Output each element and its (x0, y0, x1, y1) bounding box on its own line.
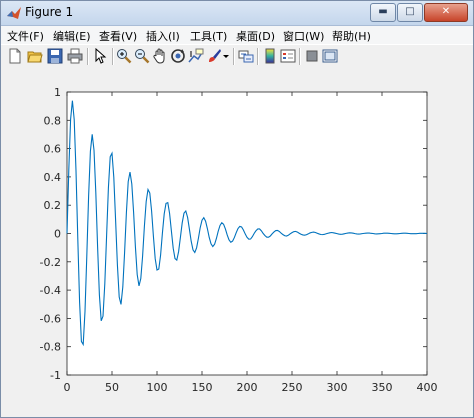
y-tick-label: -0.6 (40, 312, 61, 325)
data-cursor-icon[interactable] (188, 48, 204, 64)
figure-window: Figure 1 ▬ □ ✕ 文件(F) 编辑(E) 查看(V) 插入(I) 工… (0, 0, 474, 418)
x-tick-label: 250 (282, 381, 303, 394)
menu-edit[interactable]: 编辑(E) (53, 28, 91, 44)
brush-dropdown-icon[interactable] (222, 48, 230, 64)
figure-canvas[interactable]: -1 -0.8 -0.6 -0.4 -0.2 0 0.2 0.4 0.6 0.8 1 0 50 100 1… (1, 69, 473, 417)
pointer-icon[interactable] (92, 48, 108, 64)
x-tick-label: 0 (64, 381, 71, 394)
y-tick-label: -0.8 (40, 341, 61, 354)
menu-bar: 文件(F) 编辑(E) 查看(V) 插入(I) 工具(T) 桌面(D) 窗口(W… (1, 26, 473, 44)
save-icon[interactable] (47, 48, 63, 64)
y-tick-label: 0.4 (44, 171, 62, 184)
print-icon[interactable] (67, 48, 83, 64)
show-plot-tools-icon[interactable] (322, 48, 338, 64)
y-tick-label: 0 (54, 228, 61, 241)
y-tick-label: 1 (54, 86, 61, 99)
menu-help[interactable]: 帮助(H) (332, 28, 371, 44)
menu-desktop[interactable]: 桌面(D) (236, 28, 275, 44)
title-bar[interactable]: Figure 1 ▬ □ ✕ (1, 1, 473, 26)
x-tick-label: 50 (105, 381, 119, 394)
matlab-logo-icon (7, 7, 21, 19)
damped-sine-plot[interactable]: -1 -0.8 -0.6 -0.4 -0.2 0 0.2 0.4 0.6 0.8 1 0 50 100 1… (1, 69, 473, 417)
x-tick-label: 400 (417, 381, 438, 394)
hide-plot-tools-icon[interactable] (304, 48, 320, 64)
y-tick-label: -1 (50, 369, 61, 382)
menu-file[interactable]: 文件(F) (7, 28, 44, 44)
zoom-in-icon[interactable] (116, 48, 132, 64)
x-tick-label: 200 (237, 381, 258, 394)
x-tick-label: 100 (147, 381, 168, 394)
x-tick-label: 350 (372, 381, 393, 394)
insert-legend-icon[interactable] (280, 48, 296, 64)
close-button[interactable]: ✕ (424, 3, 468, 22)
insert-colorbar-icon[interactable] (262, 48, 278, 64)
new-figure-icon[interactable] (7, 48, 23, 64)
menu-view[interactable]: 查看(V) (99, 28, 137, 44)
x-tick-label: 300 (327, 381, 348, 394)
minimize-button[interactable]: ▬ (370, 3, 396, 22)
open-file-icon[interactable] (27, 48, 43, 64)
brush-icon[interactable] (206, 48, 222, 64)
link-plot-icon[interactable] (238, 48, 254, 64)
figure-toolbar (1, 44, 473, 70)
menu-window[interactable]: 窗口(W) (283, 28, 324, 44)
rotate-3d-icon[interactable] (170, 48, 186, 64)
pan-hand-icon[interactable] (152, 48, 168, 64)
y-tick-label: -0.2 (40, 256, 61, 269)
y-tick-label: -0.4 (40, 284, 61, 297)
window-title: Figure 1 (25, 5, 74, 19)
y-tick-label: 0.2 (44, 199, 62, 212)
y-tick-label: 0.6 (44, 143, 62, 156)
x-tick-label: 150 (192, 381, 213, 394)
zoom-out-icon[interactable] (134, 48, 150, 64)
menu-insert[interactable]: 插入(I) (146, 28, 180, 44)
maximize-button[interactable]: □ (397, 3, 423, 22)
y-tick-label: 0.8 (44, 114, 62, 127)
menu-tools[interactable]: 工具(T) (190, 28, 227, 44)
